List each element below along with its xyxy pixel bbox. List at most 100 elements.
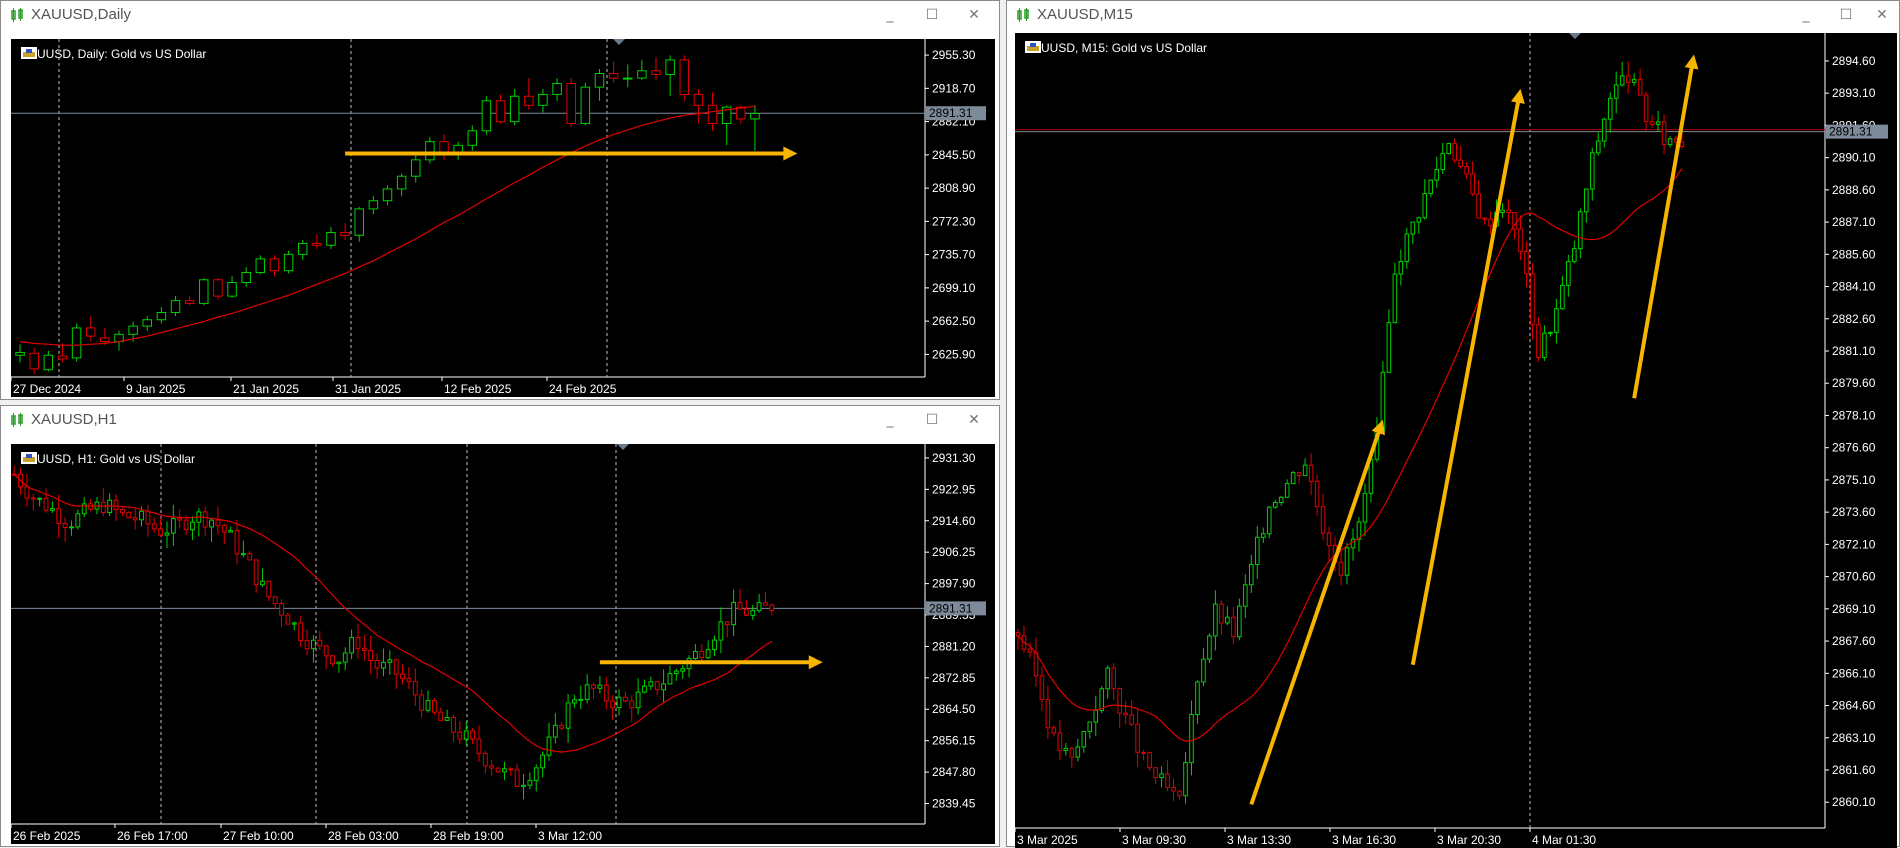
candle-body [1111, 667, 1116, 689]
y-tick-label: 2845.50 [932, 148, 976, 162]
chart-svg-daily: 2955.302918.702882.102845.502808.902772.… [11, 39, 986, 396]
minimize-button[interactable]: _ [879, 5, 901, 25]
candle-body [1015, 631, 1021, 637]
candle-body [156, 311, 167, 321]
y-tick-label: 2867.60 [1832, 634, 1876, 648]
candle-body [425, 141, 435, 161]
x-tick-label: 3 Mar 20:30 [1437, 833, 1501, 847]
candle-body [1589, 152, 1595, 190]
titlebar-m15[interactable]: XAUUSD,M15 _ ☐ ✕ [1007, 1, 1899, 29]
x-tick-label: 28 Feb 19:00 [433, 829, 504, 843]
candle-body [476, 738, 482, 754]
chart-area-h1[interactable]: XAUUSD, H1: Gold vs US Dollar 2931.30 292… [11, 444, 995, 844]
candle-body [1661, 121, 1667, 146]
candle-body [707, 104, 718, 124]
minimize-button[interactable]: _ [1795, 5, 1817, 25]
titlebar-h1[interactable]: XAUUSD,H1 _ ☐ ✕ [1, 406, 999, 434]
close-button[interactable]: ✕ [963, 410, 985, 430]
candle-body [381, 661, 386, 669]
maximize-button[interactable]: ☐ [1835, 5, 1857, 25]
candle-body [382, 188, 393, 202]
candle-body [546, 736, 552, 756]
y-tick-label: 2864.60 [1832, 699, 1876, 713]
candle-body [705, 649, 711, 659]
maximize-button[interactable]: ☐ [921, 5, 943, 25]
minimize-button[interactable]: _ [879, 410, 901, 430]
candle-body [419, 694, 425, 711]
candle-body [1254, 536, 1260, 566]
chart-area-daily[interactable]: XAUUSD, Daily: Gold vs US Dollar 2955.30… [11, 39, 995, 397]
chart-svg-h1: 2931.302922.952914.602906.252897.902889.… [11, 444, 986, 843]
candle-body [1081, 731, 1087, 748]
candle-body [279, 603, 284, 616]
candle-body [572, 699, 577, 704]
candle-body [30, 497, 36, 500]
window-title: XAUUSD,M15 [1037, 6, 1133, 23]
candle-body [756, 602, 762, 612]
candle-body [1207, 635, 1212, 660]
candle-body [1249, 564, 1254, 586]
candle-body [1416, 217, 1422, 223]
y-tick-label: 2662.50 [932, 314, 976, 328]
y-tick-label: 2864.50 [932, 702, 976, 716]
candle-body [396, 175, 407, 190]
candle-body [635, 691, 641, 709]
candle-body [126, 512, 132, 519]
candle-body [62, 523, 68, 528]
candle-body [1536, 324, 1541, 358]
candle-body [29, 352, 39, 370]
candle-body [349, 637, 355, 654]
close-button[interactable]: ✕ [963, 5, 985, 25]
candle-body [1398, 261, 1404, 275]
candle-body [1296, 472, 1302, 477]
x-tick-label: 27 Feb 10:00 [223, 829, 294, 843]
candle-body [304, 640, 310, 650]
candle-body [202, 511, 208, 528]
candle-body [1302, 464, 1308, 477]
chart-shift-marker [617, 444, 629, 450]
candle-body [1500, 209, 1505, 214]
candle-body [283, 253, 294, 272]
candle-body [623, 77, 633, 80]
candle-body [269, 258, 280, 272]
candle-body [1117, 687, 1122, 714]
titlebar-daily[interactable]: XAUUSD,Daily _ ☐ ✕ [1, 1, 999, 29]
candle-body [565, 702, 571, 729]
candle-body [597, 684, 603, 689]
candle-body [132, 517, 138, 521]
close-button[interactable]: ✕ [1871, 5, 1893, 25]
candle-body [665, 59, 675, 75]
chart-svg-m15: 2894.602893.102891.602890.102888.602887.… [1015, 33, 1888, 847]
candle-body [654, 681, 660, 691]
candle-body [737, 601, 743, 610]
candle-body [1655, 121, 1661, 125]
candle-body [297, 242, 308, 255]
current-price-label: 2891.31 [929, 106, 973, 120]
candle-body [629, 700, 635, 709]
chart-area-m15[interactable]: XAUUSD, M15: Gold vs US Dollar 2894.60 28… [1015, 33, 1897, 848]
candle-body [184, 300, 195, 304]
candle-body [1578, 211, 1583, 250]
maximize-button[interactable]: ☐ [921, 410, 943, 430]
candle-body [255, 258, 266, 274]
candle-body [667, 673, 673, 685]
y-tick-label: 2914.60 [932, 514, 976, 528]
trend-arrow-head [808, 655, 823, 670]
y-tick-label: 2881.20 [932, 639, 976, 653]
candle-body [215, 519, 221, 527]
candle-body [1560, 284, 1565, 310]
candle-body [311, 639, 316, 650]
candle-body [209, 519, 214, 528]
candle-body [509, 95, 520, 123]
candle-body [354, 208, 364, 236]
candle-body [1643, 94, 1649, 123]
candle-body [540, 754, 546, 769]
candle-body [128, 325, 138, 335]
candle-body [411, 159, 421, 177]
candle-body [470, 730, 475, 740]
candle-body [1506, 209, 1511, 214]
trend-arrow-head [1371, 419, 1385, 436]
candle-body [85, 327, 96, 337]
candle-body [406, 678, 412, 683]
candle-body [1290, 472, 1296, 485]
